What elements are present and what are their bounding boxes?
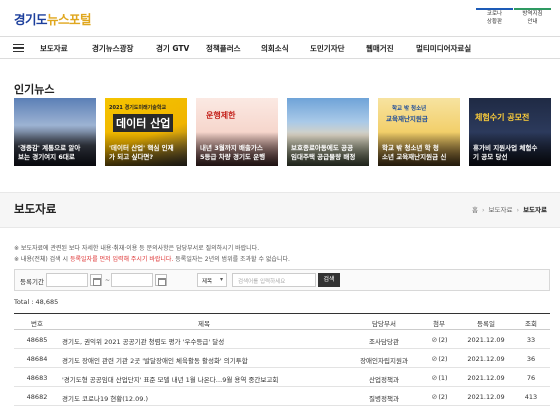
date-to-field[interactable]: [111, 273, 153, 287]
breadcrumb: 홈 › 보도자료 › 보도자료: [471, 206, 547, 214]
site-logo[interactable]: 경기도뉴스포털: [14, 9, 92, 28]
search-type-select[interactable]: 제목: [197, 273, 227, 287]
notice-text: ※ 보도자료에 관련된 보다 자세한 내용·취재·이용 등 문의사항은 담당부서…: [14, 245, 260, 252]
covid-dashboard-button[interactable]: 코로나 상황판: [476, 8, 513, 32]
quarantine-guide-button[interactable]: 방역지침 안내: [514, 8, 551, 32]
news-card-caption: 보호종료아동에도 공공 임대주택 공급물량 배정: [291, 144, 356, 161]
search-input[interactable]: 검색어를 입력하세요: [232, 273, 316, 287]
news-card[interactable]: 체험수기 공모전 휴가비 지원사업 체험수 기 공모 당선: [469, 98, 551, 166]
news-card-caption: '데이터 산업' 핵심 인재 가 되고 싶다면?: [109, 144, 174, 161]
search-button[interactable]: 검색: [318, 273, 340, 287]
table-header: 번호 제목 담당부서 첨부 등록일 조회: [14, 313, 550, 330]
calendar-icon[interactable]: [155, 274, 167, 286]
table-row[interactable]: 48684 경기도 장애인 관련 기관 2곳 '발달장애인 체육활동 활성화' …: [14, 349, 550, 368]
news-card[interactable]: 2021 경기도미래기술학교 데이터 산업 '데이터 산업' 핵심 인재 가 되고…: [105, 98, 187, 166]
row-title-link[interactable]: 경기도 장애인 관련 기관 2곳 '발달장애인 체육활동 활성화' 의기투합: [62, 355, 352, 365]
news-card-caption: 학교 밖 청소년 학 청 소년 교육재난지원금 신: [382, 144, 447, 161]
nav-item-reporters[interactable]: 도민기자단: [310, 43, 345, 54]
period-label: 등록기간: [20, 278, 44, 286]
col-title: 제목: [198, 320, 210, 328]
logo-text-sub: 뉴스포털: [47, 12, 92, 27]
col-views: 조회: [525, 320, 537, 328]
row-title-link[interactable]: 경기도 코로나19 현황(12.09.): [62, 393, 352, 403]
nav-item-multimedia[interactable]: 멀티미디어자료실: [416, 43, 471, 54]
col-dept: 담당부서: [372, 320, 396, 328]
news-card[interactable]: '경중감' 계통으로 알아 보는 경기여지 6대로: [14, 98, 96, 166]
row-title-link[interactable]: '경기도형 공공임대 산업단지' 표준 모델 내년 1월 나온다…9월 용역 중…: [62, 374, 352, 384]
total-count: Total : 48,685: [14, 298, 59, 306]
news-card[interactable]: 학교 밖 청소년 교육재난지원금 학교 밖 청소년 학 청 소년 교육재난지원금 …: [378, 98, 460, 166]
nav-item-webzine[interactable]: 웹매거진: [366, 43, 394, 54]
breadcrumb-current: 보도자료: [523, 206, 547, 214]
nav-item-gtv[interactable]: 경기 GTV: [156, 43, 189, 54]
notice-text-search: ※ 내용(전체) 검색 시 등록일자를 먼저 입력해 주시기 바랍니다. 등록일…: [14, 256, 290, 263]
date-from-field[interactable]: [46, 273, 88, 287]
col-attach: 첨부: [433, 320, 445, 328]
news-card-caption: 휴가비 지원사업 체험수 기 공모 당선: [473, 144, 538, 161]
news-card[interactable]: 운행제한 내년 3월까지 배출가스 5등급 차량 경기도 운행: [196, 98, 278, 166]
table-row[interactable]: 48683 '경기도형 공공임대 산업단지' 표준 모델 내년 1월 나온다…9…: [14, 368, 550, 387]
nav-item-press[interactable]: 보도자료: [40, 43, 68, 54]
search-panel: 등록기간 ~ 제목 검색어를 입력하세요 검색: [14, 269, 550, 291]
breadcrumb-section[interactable]: 보도자료: [489, 206, 513, 214]
nav-item-policy-plus[interactable]: 정책플러스: [206, 43, 241, 54]
main-nav: 보도자료 경기뉴스광장 경기 GTV 정책플러스 의회소식 도민기자단 웹매거진…: [0, 36, 560, 59]
nav-item-news-plaza[interactable]: 경기뉴스광장: [92, 43, 133, 54]
col-number: 번호: [31, 320, 43, 328]
site-header: 경기도뉴스포털 코로나 상황판 방역지침 안내: [0, 0, 560, 35]
nav-item-council[interactable]: 의회소식: [261, 43, 289, 54]
col-date: 등록일: [477, 320, 495, 328]
table-row[interactable]: 48685 경기도, 권익위 2021 공공기관 청렴도 평가 '우수등급' 달…: [14, 330, 550, 349]
table-row[interactable]: 48682 경기도 코로나19 현황(12.09.) 질병정책과 ⊘(2) 20…: [14, 387, 550, 406]
menu-icon[interactable]: [13, 44, 24, 52]
news-card-caption: '경중감' 계통으로 알아 보는 경기여지 6대로: [18, 144, 81, 161]
news-card-caption: 내년 3월까지 배출가스 5등급 차량 경기도 운행: [200, 144, 266, 161]
popular-news-title: 인기뉴스: [14, 83, 55, 96]
page-title: 보도자료: [14, 202, 57, 216]
logo-text-main: 경기도: [14, 12, 48, 27]
calendar-icon[interactable]: [90, 274, 102, 286]
news-card[interactable]: 보호종료아동에도 공공 임대주택 공급물량 배정: [287, 98, 369, 166]
breadcrumb-home[interactable]: 홈: [472, 206, 478, 214]
row-title-link[interactable]: 경기도, 권익위 2021 공공기관 청렴도 평가 '우수등급' 달성: [62, 336, 352, 346]
